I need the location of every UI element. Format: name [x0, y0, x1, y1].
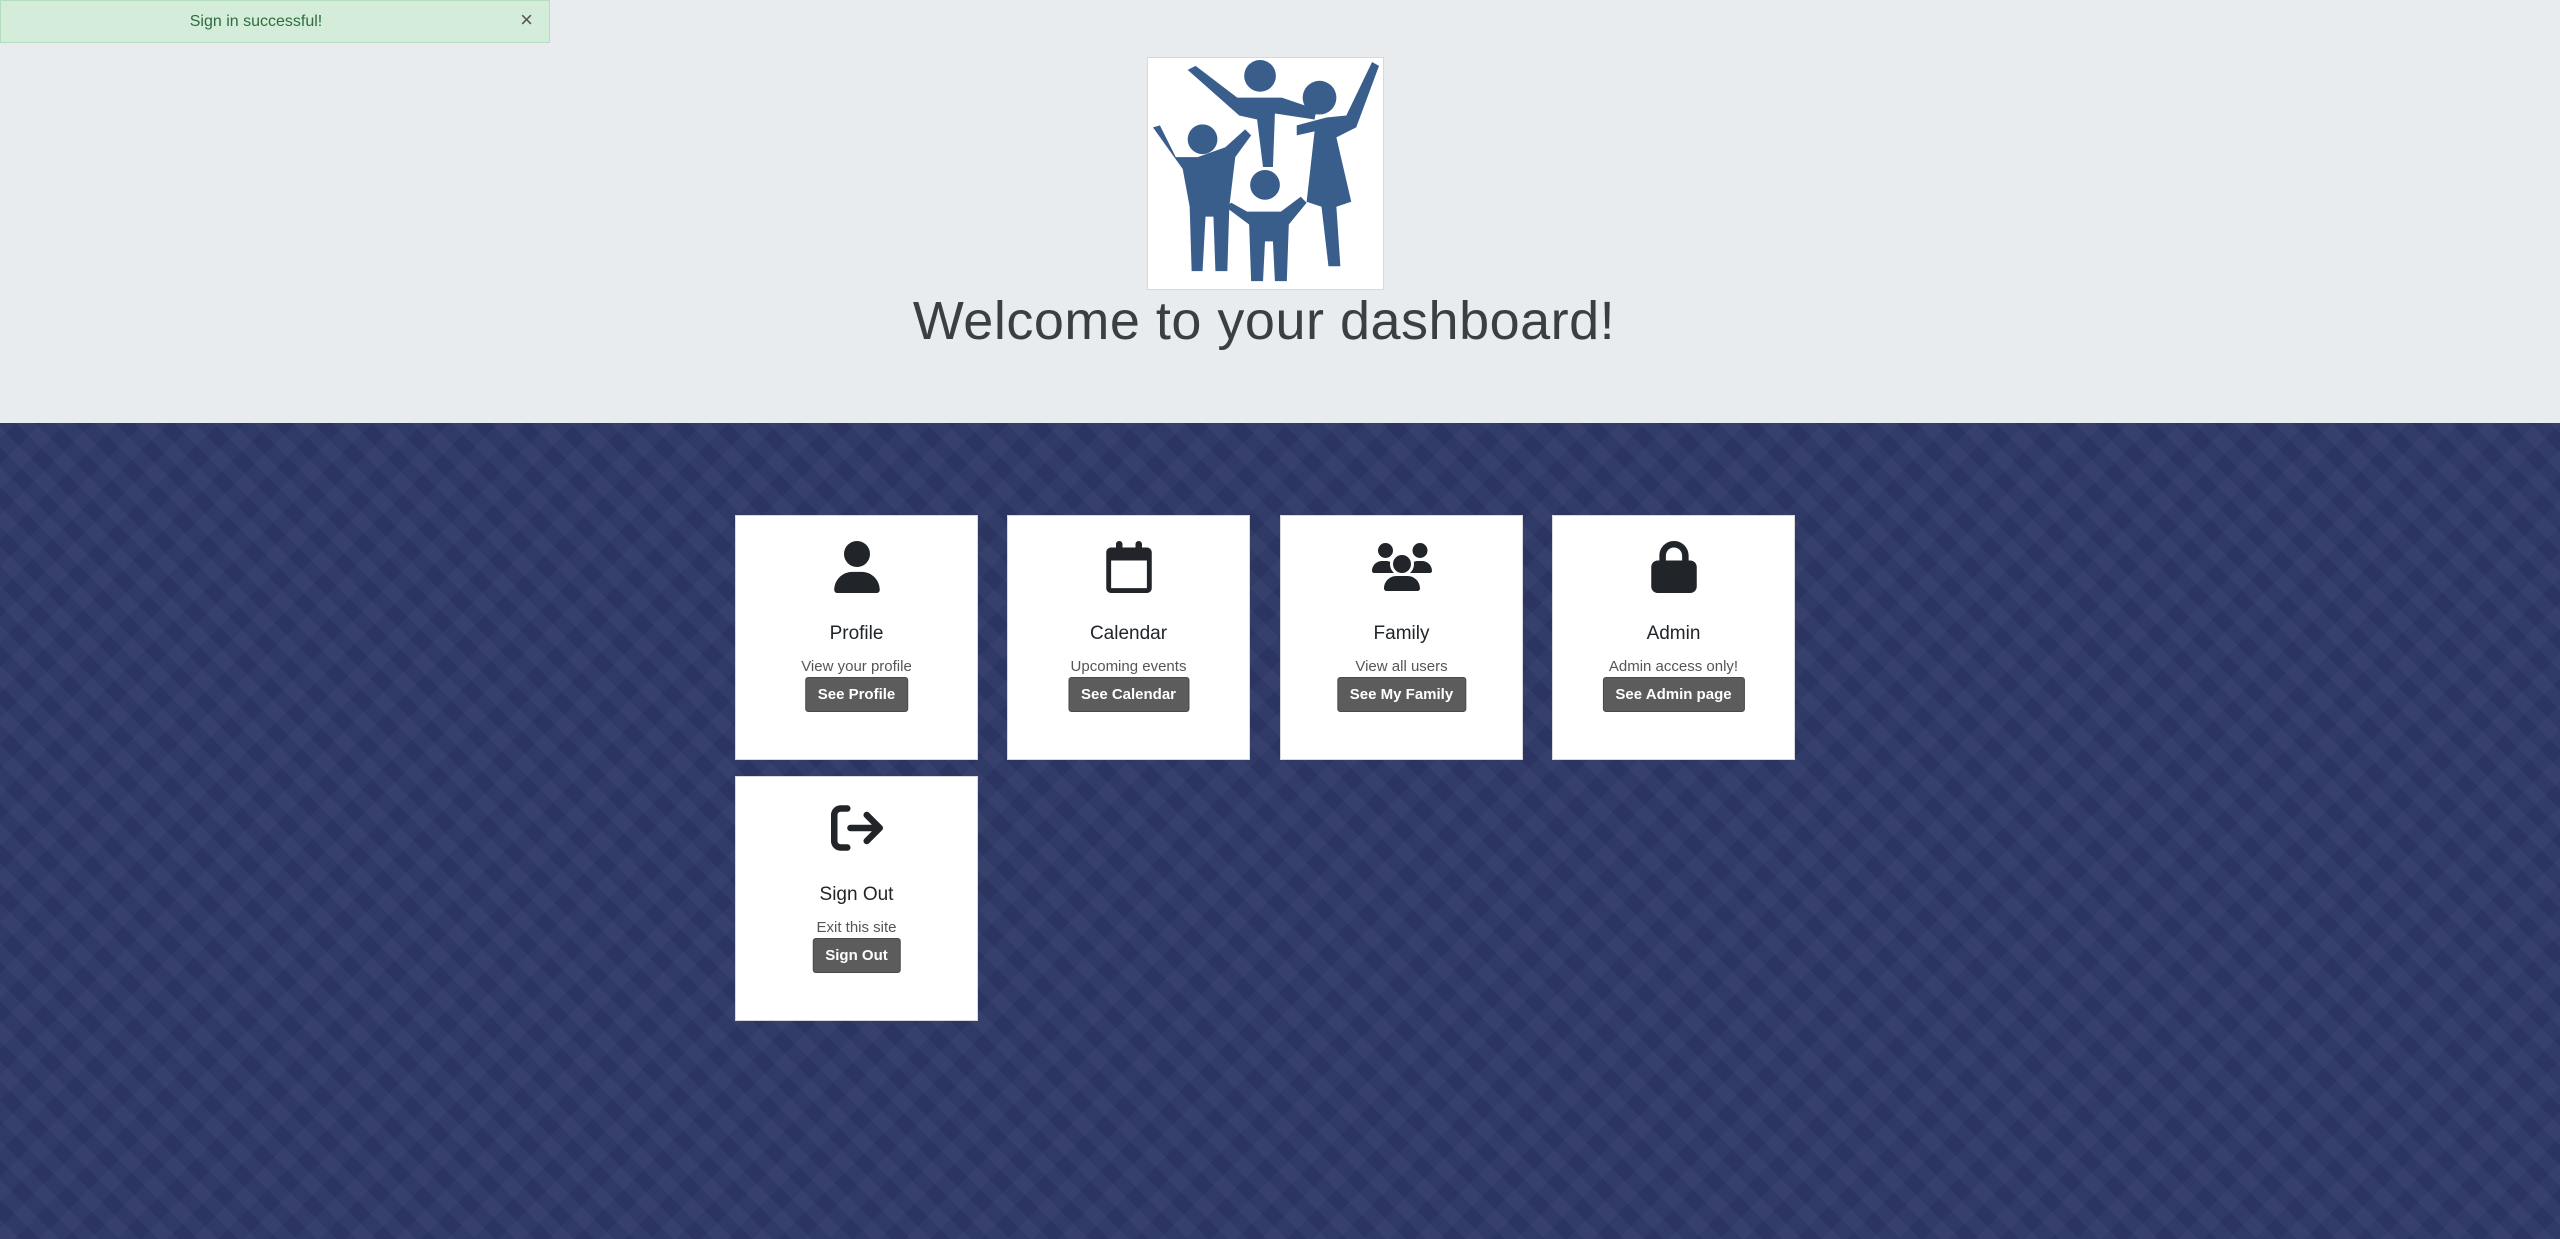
- card-title: Family: [1373, 623, 1430, 644]
- profile-card: Profile View your profile See Profile: [735, 515, 978, 760]
- calendar-icon: [1105, 541, 1152, 593]
- card-text: Exit this site: [816, 919, 897, 936]
- user-icon: [833, 541, 880, 593]
- see-profile-button[interactable]: See Profile: [804, 677, 909, 712]
- sign-out-card: Sign Out Exit this site Sign Out: [735, 776, 978, 1021]
- dashboard-header: Welcome to your dashboard!: [0, 0, 2560, 423]
- see-calendar-button[interactable]: See Calendar: [1067, 677, 1190, 712]
- card-title: Profile: [829, 623, 884, 644]
- card-text: View all users: [1355, 658, 1448, 675]
- card-text: Upcoming events: [1070, 658, 1187, 675]
- sign-out-button[interactable]: Sign Out: [812, 938, 901, 973]
- family-card: Family View all users See My Family: [1280, 515, 1523, 760]
- sign-out-icon: [830, 805, 883, 851]
- card-title: Admin: [1646, 623, 1701, 644]
- toast-message: Sign in successful!: [189, 13, 323, 30]
- dashboard-main: Profile View your profile See Profile Ca…: [0, 423, 2560, 1239]
- page-title: Welcome to your dashboard!: [912, 291, 1616, 351]
- lock-icon: [1650, 541, 1697, 593]
- close-icon[interactable]: ×: [520, 9, 533, 31]
- users-icon: [1371, 543, 1432, 591]
- see-my-family-button[interactable]: See My Family: [1336, 677, 1467, 712]
- success-toast: Sign in successful! ×: [0, 0, 550, 43]
- family-logo-icon: [1152, 59, 1380, 282]
- family-logo: [1147, 57, 1384, 290]
- admin-card: Admin Admin access only! See Admin page: [1552, 515, 1795, 760]
- see-admin-page-button[interactable]: See Admin page: [1602, 677, 1745, 712]
- calendar-card: Calendar Upcoming events See Calendar: [1007, 515, 1250, 760]
- card-text: Admin access only!: [1608, 658, 1739, 675]
- card-title: Calendar: [1089, 623, 1168, 644]
- card-title: Sign Out: [819, 884, 894, 905]
- card-text: View your profile: [801, 658, 912, 675]
